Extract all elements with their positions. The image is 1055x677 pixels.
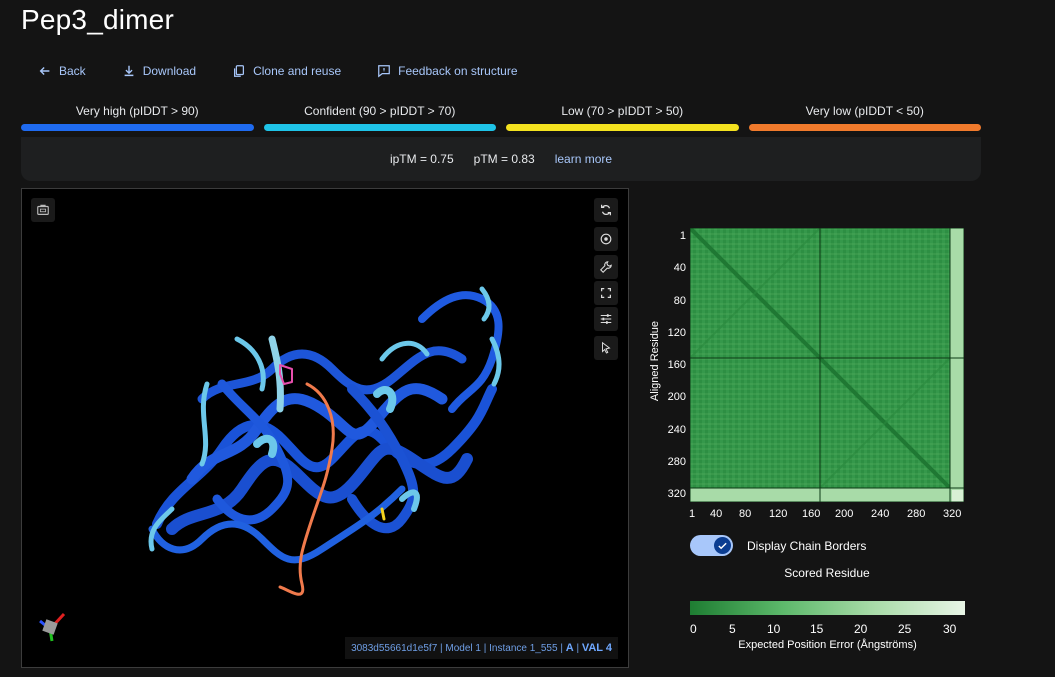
pae-x-tick: 160 [802, 508, 821, 520]
pae-x-tick: 80 [739, 508, 752, 520]
model-meta: 3083d55661d1e5f7 | Model 1 | Instance 1_… [351, 643, 563, 654]
arrow-left-icon [39, 67, 50, 75]
pae-y-tick: 320 [667, 488, 686, 500]
tools-button[interactable] [594, 255, 618, 279]
pae-x-tick: 280 [907, 508, 926, 520]
feedback-label: Feedback on structure [398, 64, 518, 78]
back-label: Back [59, 64, 86, 78]
pae-heatmap[interactable] [690, 228, 964, 502]
refresh-icon [601, 204, 611, 216]
legend-low: Low (70 > pIDDT > 50) [506, 104, 739, 131]
pae-x-tick: 200 [835, 508, 854, 520]
chain-borders-toggle[interactable] [690, 535, 733, 556]
page-title: Pep3_dimer [21, 4, 174, 35]
iptm-score: ipTM = 0.75 [389, 152, 454, 166]
copy-icon [234, 65, 245, 77]
screenshot-button[interactable] [31, 198, 55, 222]
settings-button[interactable] [594, 307, 618, 331]
legend-bar [506, 124, 739, 131]
structure-viewer[interactable]: 3083d55661d1e5f7 | Model 1 | Instance 1_… [21, 188, 629, 668]
selection-info: 3083d55661d1e5f7 | Model 1 | Instance 1_… [345, 637, 618, 659]
colorbar-tick: 30 [943, 622, 957, 636]
legend-bar [21, 124, 254, 131]
legend-confident: Confident (90 > pIDDT > 70) [263, 104, 496, 131]
colorbar-tick: 25 [898, 622, 912, 636]
legend-label: Very high (pIDDT > 90) [75, 104, 199, 118]
score-panel: ipTM = 0.75 pTM = 0.83 learn more [21, 137, 981, 181]
download-button[interactable]: Download [122, 64, 196, 78]
download-icon [124, 65, 134, 77]
pae-colorbar [690, 601, 965, 615]
cursor-icon [602, 341, 611, 354]
protein-structure-render [39, 286, 503, 642]
spin-toggle-button[interactable] [594, 227, 618, 251]
pae-x-axis-label: Scored Residue [784, 566, 870, 580]
selection-mode-button[interactable] [594, 336, 618, 360]
sliders-icon [600, 314, 612, 324]
pae-y-tick: 200 [667, 391, 686, 403]
colorbar-label: Expected Position Error (Ångströms) [738, 639, 917, 651]
legend-label: Confident (90 > pIDDT > 70) [304, 104, 456, 118]
legend-very-low: Very low (pIDDT < 50) [748, 104, 981, 131]
ptm-score: pTM = 0.83 [473, 152, 535, 166]
pae-heatmap-render [690, 228, 964, 502]
spin-icon [600, 233, 612, 245]
chain-borders-label: Display Chain Borders [747, 538, 867, 553]
legend-bar [263, 124, 496, 131]
feedback-icon [378, 65, 390, 78]
colorbar-tick: 20 [854, 622, 868, 636]
axes-gizmo [39, 612, 66, 642]
feedback-button[interactable]: Feedback on structure [377, 64, 518, 78]
residue-id: VAL 4 [581, 642, 612, 654]
colorbar-tick: 5 [729, 622, 736, 636]
pae-x-tick: 240 [871, 508, 890, 520]
colorbar-tick: 15 [810, 622, 824, 636]
pae-y-tick: 80 [673, 295, 686, 307]
colorbar-tick: 10 [767, 622, 781, 636]
chain-id: A [565, 642, 574, 654]
back-button[interactable]: Back [38, 64, 86, 78]
pae-x-tick: 320 [943, 508, 962, 520]
action-bar: Back Download Clone and reuse Feedback o… [38, 62, 554, 80]
legend-bar [748, 124, 981, 131]
pae-y-tick: 120 [667, 327, 686, 339]
legend-very-high: Very high (pIDDT > 90) [21, 104, 254, 131]
download-label: Download [142, 64, 197, 78]
fullscreen-button[interactable] [594, 281, 618, 305]
clone-label: Clone and reuse [253, 64, 342, 78]
pae-x-tick: 1 [689, 508, 696, 520]
reset-view-button[interactable] [594, 198, 618, 222]
colorbar-tick: 0 [690, 622, 697, 636]
pae-y-tick: 240 [667, 424, 686, 436]
legend-label: Very low (pIDDT < 50) [805, 104, 924, 118]
pae-y-tick: 1 [679, 230, 686, 242]
wrench-icon [600, 261, 612, 273]
check-icon [718, 542, 727, 550]
pae-y-tick: 40 [673, 262, 686, 274]
pae-x-tick: 40 [710, 508, 723, 520]
legend-label: Low (70 > pIDDT > 50) [561, 104, 684, 118]
toggle-knob [714, 537, 731, 554]
pae-x-tick: 120 [769, 508, 788, 520]
plddt-legend: Very high (pIDDT > 90) Confident (90 > p… [21, 104, 981, 131]
pae-y-tick: 280 [667, 456, 686, 468]
chain-borders-toggle-row: Display Chain Borders [690, 535, 866, 556]
pae-y-tick: 160 [667, 359, 686, 371]
learn-more-link[interactable]: learn more [555, 152, 612, 166]
camera-icon [37, 204, 49, 215]
fullscreen-icon [601, 288, 611, 298]
clone-and-reuse-button[interactable]: Clone and reuse [232, 64, 341, 78]
separator: | [576, 643, 580, 654]
